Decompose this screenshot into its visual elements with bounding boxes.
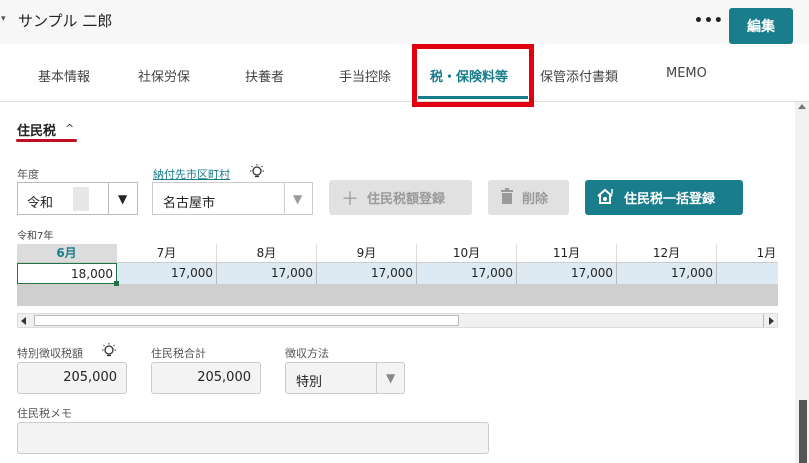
plus-icon: ＋: [341, 188, 359, 209]
year-label: 年度: [17, 168, 39, 181]
city-select[interactable]: 名古屋市 ▼: [152, 182, 313, 215]
monthly-tax-grid: 6月 7月 8月 9月 10月 11月 12月 1月 18,000 17,000…: [17, 244, 778, 306]
app-header: ▾ サンプル 二郎 ••• 編集: [0, 0, 809, 44]
lightbulb-icon[interactable]: [100, 342, 118, 364]
select-divider: [284, 183, 285, 214]
section-title[interactable]: 住民税: [17, 120, 56, 139]
city-label-link[interactable]: 納付先市区町村: [153, 166, 230, 182]
month-header: 6月: [17, 244, 117, 263]
delete-button[interactable]: 削除: [488, 180, 569, 215]
vertical-scrollbar[interactable]: [795, 102, 809, 463]
special-collection-label: 特別徴収税額: [17, 347, 83, 360]
scroll-right-icon[interactable]: [769, 317, 774, 325]
house-icon: [596, 188, 616, 207]
month-header: 12月: [617, 244, 717, 263]
dropdown-arrow-icon[interactable]: ▼: [293, 192, 302, 206]
month-cell[interactable]: 17,000: [117, 263, 217, 284]
dropdown-arrow-icon[interactable]: ▼: [118, 192, 127, 206]
highlight-box: [412, 44, 534, 107]
horizontal-scrollbar[interactable]: [17, 313, 778, 328]
select-divider: [376, 363, 377, 393]
delete-label: 削除: [522, 191, 549, 206]
month-header: 7月: [117, 244, 217, 263]
collection-method-label: 徴収方法: [285, 347, 329, 360]
total-tax-label: 住民税合計: [151, 347, 206, 360]
trash-icon: [500, 188, 514, 207]
bulk-register-label: 住民税一括登録: [624, 191, 716, 206]
month-header: 9月: [317, 244, 417, 263]
tab-dependents[interactable]: 扶養者: [245, 66, 284, 85]
horizontal-scrollbar-thumb[interactable]: [34, 315, 459, 326]
tab-basic-info[interactable]: 基本情報: [38, 66, 90, 85]
collapse-caret-icon[interactable]: ▾: [1, 14, 6, 24]
memo-field[interactable]: [17, 422, 489, 454]
special-collection-field: 205,000: [17, 362, 127, 394]
tab-social-insurance[interactable]: 社保労保: [138, 66, 190, 85]
grid-year-label: 令和7年: [17, 231, 54, 242]
year-select-value: 令和: [27, 196, 54, 211]
tab-bar: 基本情報 社保労保 扶養者 手当控除 税・保険料等 保管添付書類 MEMO: [0, 44, 809, 102]
total-tax-field: 205,000: [151, 362, 261, 394]
tab-memo[interactable]: MEMO: [666, 66, 707, 81]
month-header: 1月: [717, 244, 778, 263]
month-cell[interactable]: 17,000: [217, 263, 317, 284]
scrollbar-thumb[interactable]: [799, 400, 807, 463]
select-divider: [108, 183, 109, 214]
dropdown-arrow-icon[interactable]: ▼: [386, 371, 395, 385]
month-header: 8月: [217, 244, 317, 263]
bulk-register-button[interactable]: 住民税一括登録: [585, 180, 743, 215]
collection-method-select[interactable]: 特別 ▼: [285, 362, 405, 394]
month-cell[interactable]: 17,000: [317, 263, 417, 284]
month-cell[interactable]: 17,000: [417, 263, 517, 284]
year-number-masked: [73, 187, 89, 211]
month-cell[interactable]: 1: [717, 263, 778, 284]
month-cell[interactable]: 17,000: [617, 263, 717, 284]
month-cell[interactable]: 17,000: [517, 263, 617, 284]
fill-handle[interactable]: [114, 281, 119, 286]
scroll-left-icon[interactable]: [21, 317, 26, 325]
city-select-value: 名古屋市: [163, 196, 216, 211]
tab-attachments[interactable]: 保管添付書類: [540, 66, 618, 85]
collection-method-value: 特別: [296, 375, 323, 390]
tab-allowances[interactable]: 手当控除: [339, 66, 391, 85]
edit-button[interactable]: 編集: [729, 8, 793, 44]
register-tax-button[interactable]: ＋ 住民税額登録: [329, 180, 472, 215]
register-tax-label: 住民税額登録: [367, 191, 446, 206]
chevron-up-icon[interactable]: ^: [65, 122, 74, 135]
employee-name: サンプル 二郎: [18, 12, 113, 30]
year-select[interactable]: 令和 ▼: [17, 182, 138, 215]
more-options-icon[interactable]: •••: [694, 13, 724, 29]
month-cell-selected[interactable]: 18,000: [17, 263, 117, 284]
scroll-up-icon[interactable]: [798, 104, 806, 109]
memo-label: 住民税メモ: [17, 407, 72, 420]
month-header: 11月: [517, 244, 617, 263]
month-header: 10月: [417, 244, 517, 263]
section-underline: [16, 139, 77, 142]
